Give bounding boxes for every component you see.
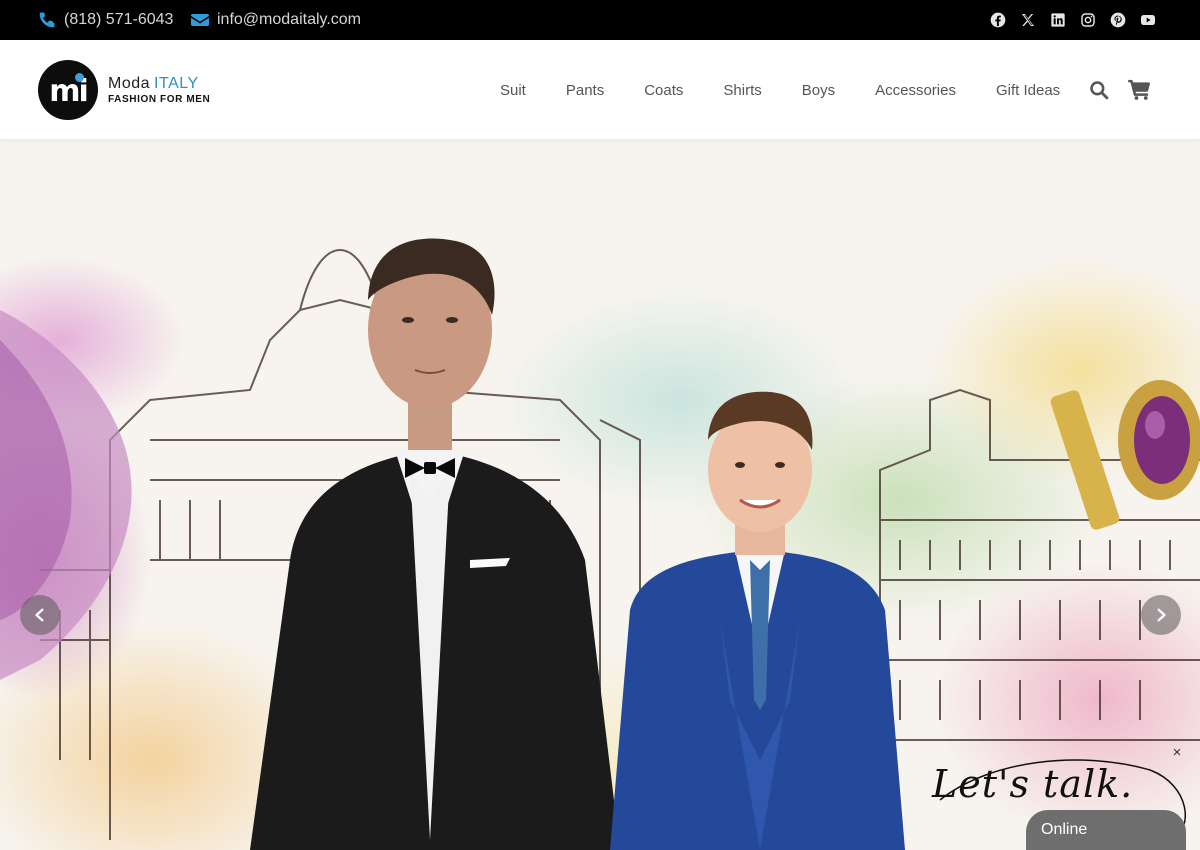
nav-item-coats[interactable]: Coats	[624, 82, 703, 99]
nav-item-shirts[interactable]: Shirts	[703, 82, 781, 99]
cart-icon[interactable]	[1128, 79, 1150, 101]
slider-next-button[interactable]	[1141, 595, 1181, 635]
nav-item-boys[interactable]: Boys	[782, 82, 855, 99]
nav-item-gift-ideas[interactable]: Gift Ideas	[976, 82, 1080, 99]
facebook-icon[interactable]	[990, 12, 1006, 28]
social-links	[990, 0, 1156, 40]
search-icon[interactable]	[1088, 79, 1110, 101]
pinterest-icon[interactable]	[1110, 12, 1126, 28]
chat-close-button[interactable]: ×	[1169, 745, 1185, 761]
logo-dot	[75, 73, 84, 82]
chat-status-label: Online	[1041, 821, 1088, 838]
site-header: mi Moda ITALY FASHION FOR MEN Suit Pants …	[0, 40, 1200, 140]
email-address: info@modaitaly.com	[217, 11, 361, 28]
site-logo[interactable]: mi Moda ITALY FASHION FOR MEN	[38, 60, 210, 120]
brand-name: Moda	[108, 74, 151, 92]
envelope-icon	[191, 12, 209, 28]
brand-tagline: FASHION FOR MEN	[108, 93, 211, 105]
phone-number: (818) 571-6043	[64, 11, 174, 28]
logo-wordmark: Moda ITALY FASHION FOR MEN	[108, 74, 211, 105]
main-nav: Suit Pants Coats Shirts Boys Accessories…	[480, 40, 1080, 140]
chat-greeting[interactable]: Let's talk.	[932, 762, 1133, 806]
nav-item-suit[interactable]: Suit	[480, 82, 546, 99]
top-bar: (818) 571-6043 info@modaitaly.com	[0, 0, 1200, 40]
x-icon[interactable]	[1020, 12, 1036, 28]
logo-mark: mi	[38, 60, 98, 120]
nav-item-pants[interactable]: Pants	[546, 82, 624, 99]
brand-name-accent: ITALY	[154, 74, 199, 92]
slider-prev-button[interactable]	[20, 595, 60, 635]
chat-status-tab[interactable]: Online	[1026, 810, 1186, 850]
phone-link[interactable]: (818) 571-6043	[38, 0, 173, 40]
chevron-right-icon	[1157, 608, 1166, 622]
hero-slider	[0, 140, 1200, 850]
linkedin-icon[interactable]	[1050, 12, 1066, 28]
instagram-icon[interactable]	[1080, 12, 1096, 28]
nav-item-accessories[interactable]: Accessories	[855, 82, 976, 99]
phone-icon	[38, 11, 56, 29]
chevron-left-icon	[35, 608, 44, 622]
youtube-icon[interactable]	[1140, 12, 1156, 28]
email-link[interactable]: info@modaitaly.com	[191, 0, 361, 40]
hero-slide-image	[0, 238, 1200, 850]
